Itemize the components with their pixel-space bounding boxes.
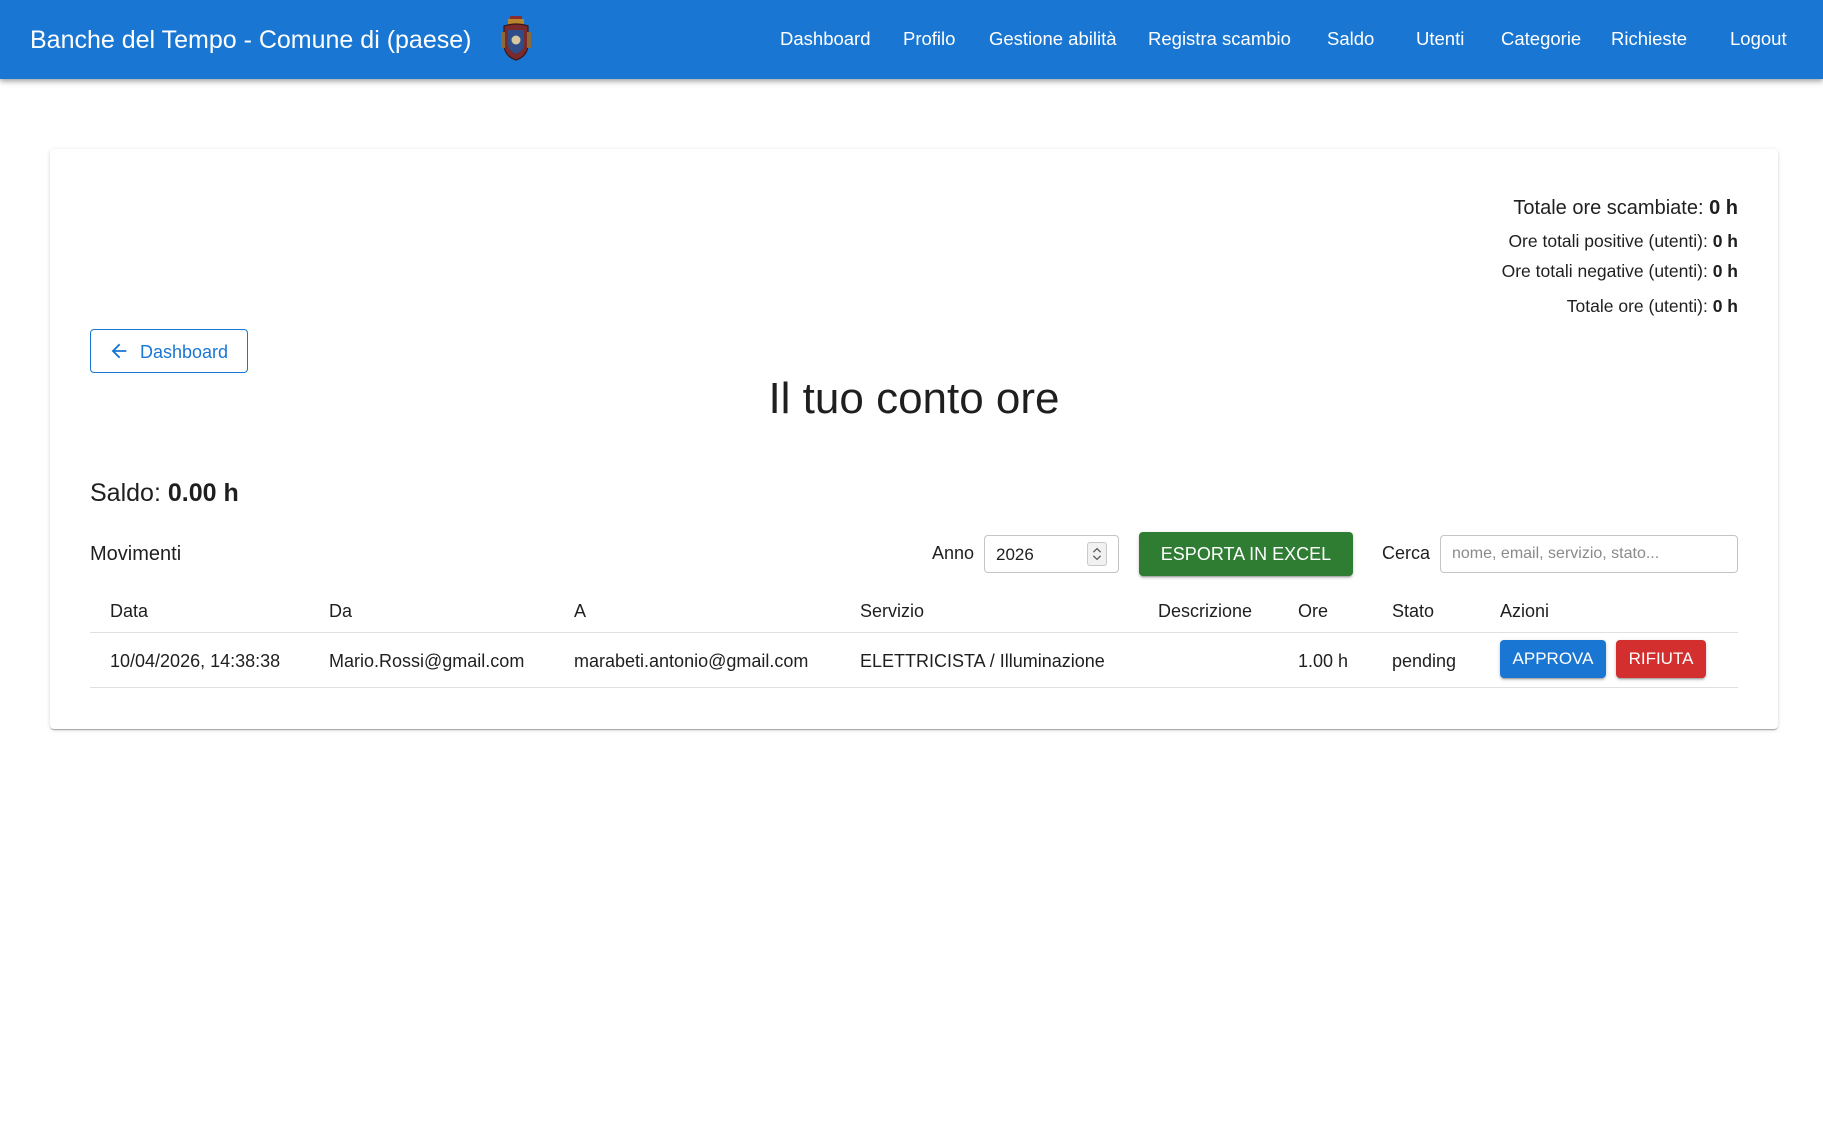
cell-da: Mario.Rossi@gmail.com — [329, 651, 525, 671]
anno-number-input[interactable]: 2026 — [984, 535, 1119, 573]
cell-ore: 1.00 h — [1298, 651, 1349, 671]
rifiuta-button[interactable]: RIFIUTA — [1616, 640, 1706, 678]
app-bar: Banche del Tempo - Comune di (paese) Das… — [0, 0, 1823, 79]
nav-registra-scambio[interactable]: Registra scambio — [1148, 27, 1291, 51]
arrow-left-icon — [111, 343, 127, 359]
col-header-servizio: Servizio — [860, 601, 925, 621]
col-header-stato: Stato — [1392, 601, 1435, 621]
nav-profilo[interactable]: Profilo — [903, 27, 955, 51]
table-row-divider — [90, 687, 1738, 688]
col-header-azioni: Azioni — [1500, 601, 1550, 621]
spinner-arrows-icon[interactable] — [1087, 542, 1107, 566]
movimenti-heading: Movimenti — [90, 543, 182, 565]
back-button-label: Dashboard — [140, 342, 229, 362]
col-header-ore: Ore — [1298, 601, 1329, 621]
totale-ore-scambiate: Totale ore scambiate: 0 h — [1513, 195, 1738, 221]
stat-label: Totale ore (utenti): — [1566, 296, 1708, 316]
col-header-descrizione: Descrizione — [1158, 601, 1253, 621]
export-excel-button[interactable]: ESPORTA IN EXCEL — [1139, 532, 1353, 576]
cell-servizio: ELETTRICISTA / Illuminazione — [860, 651, 1105, 671]
nav-saldo[interactable]: Saldo — [1327, 27, 1374, 51]
stat-label: Totale ore scambiate: — [1513, 197, 1704, 219]
anno-value: 2026 — [996, 545, 1034, 564]
stat-value: 0 h — [1712, 261, 1738, 281]
nav-richieste[interactable]: Richieste — [1611, 27, 1687, 51]
stat-value: 0 h — [1712, 231, 1738, 251]
saldo-value: 0.00 h — [167, 479, 239, 507]
col-header-a: A — [574, 601, 587, 621]
nav-gestione-abilita[interactable]: Gestione abilità — [989, 27, 1117, 51]
col-header-da: Da — [329, 601, 353, 621]
saldo-label: Saldo: — [90, 479, 161, 507]
ore-totali-negative: Ore totali negative (utenti): 0 h — [1502, 260, 1738, 282]
nav-dashboard[interactable]: Dashboard — [780, 27, 871, 51]
page-title: Il tuo conto ore — [768, 374, 1060, 423]
saldo: Saldo: 0.00 h — [90, 477, 239, 509]
totale-ore-utenti: Totale ore (utenti): 0 h — [1567, 295, 1738, 317]
stat-value: 0 h — [1712, 296, 1738, 316]
search-input[interactable] — [1441, 536, 1737, 572]
approva-button[interactable]: APPROVA — [1500, 640, 1606, 678]
table-header-divider — [90, 632, 1738, 633]
anno-label: Anno — [932, 543, 975, 563]
nav-categorie[interactable]: Categorie — [1501, 27, 1581, 51]
cell-stato: pending — [1392, 651, 1457, 671]
app-title: Banche del Tempo - Comune di (paese) — [30, 26, 472, 54]
nav-utenti[interactable]: Utenti — [1416, 27, 1464, 51]
nav-logout[interactable]: Logout — [1730, 27, 1787, 51]
col-header-data: Data — [110, 601, 149, 621]
coat-of-arms-icon — [501, 16, 531, 61]
stat-label: Ore totali negative (utenti): — [1501, 261, 1708, 281]
stat-value: 0 h — [1709, 197, 1738, 219]
back-to-dashboard-button[interactable]: Dashboard — [90, 329, 248, 373]
conto-ore-card: Totale ore scambiate: 0 h Ore totali pos… — [50, 149, 1778, 729]
cell-data: 10/04/2026, 14:38:38 — [110, 651, 281, 671]
ore-totali-positive: Ore totali positive (utenti): 0 h — [1508, 230, 1738, 252]
cerca-label: Cerca — [1382, 543, 1431, 563]
stat-label: Ore totali positive (utenti): — [1508, 231, 1708, 251]
search-field[interactable] — [1440, 535, 1738, 573]
cell-a: marabeti.antonio@gmail.com — [574, 651, 809, 671]
